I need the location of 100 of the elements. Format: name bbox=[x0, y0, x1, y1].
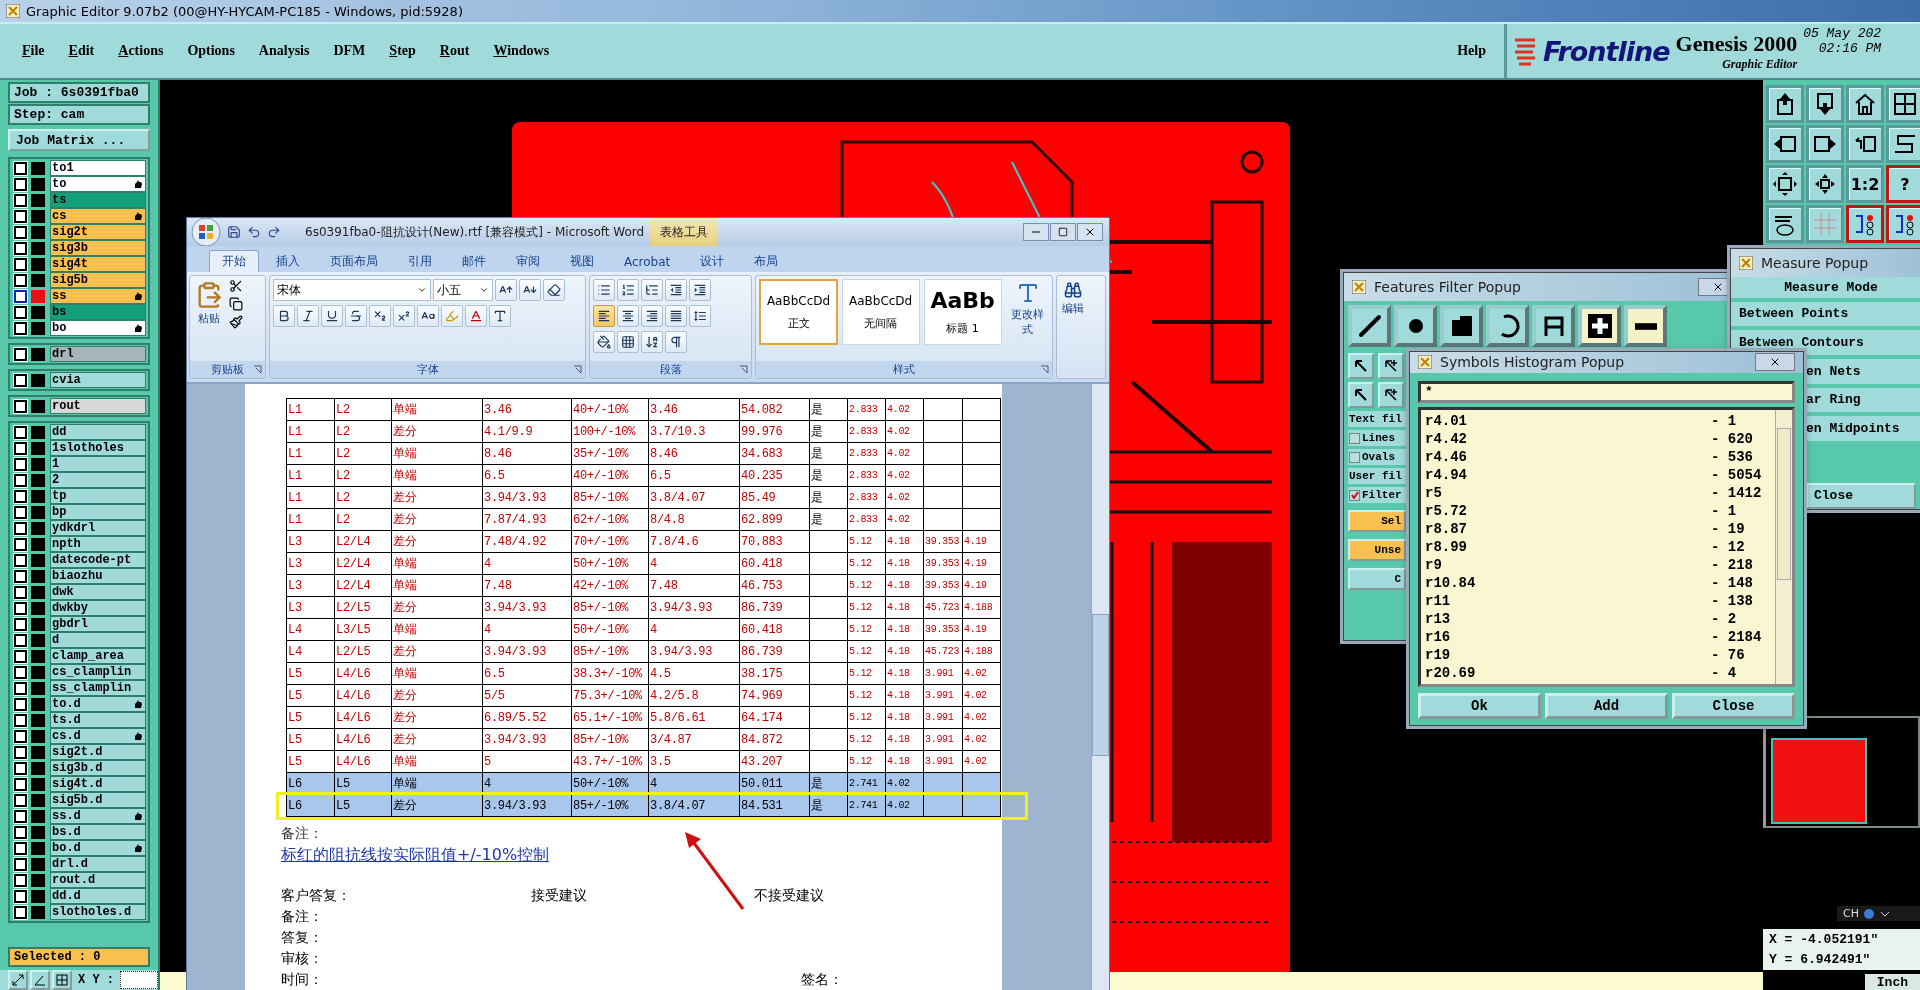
shading-button[interactable] bbox=[592, 331, 615, 353]
layer-item[interactable]: sig3b bbox=[50, 240, 146, 256]
layer-checkbox[interactable] bbox=[14, 681, 27, 695]
menu-item[interactable]: Actions bbox=[118, 43, 164, 59]
layer-item[interactable]: ss bbox=[50, 288, 146, 304]
feature-type-button[interactable] bbox=[1624, 305, 1667, 347]
layer-checkbox[interactable] bbox=[14, 713, 27, 727]
layer-item[interactable]: 1 bbox=[50, 456, 146, 472]
filter-button[interactable]: C bbox=[1348, 568, 1406, 590]
style-option[interactable]: AaBbCcDd 无间隔 bbox=[841, 279, 920, 345]
superscript-button[interactable] bbox=[393, 305, 416, 327]
layer-item[interactable]: sig5b.d bbox=[50, 792, 146, 808]
multilevel-button[interactable] bbox=[640, 279, 663, 301]
shading-button[interactable] bbox=[489, 305, 512, 327]
layer-item[interactable]: bo.d bbox=[50, 840, 146, 856]
ribbon-tab[interactable]: 布局 bbox=[741, 250, 792, 272]
menu-item[interactable]: File bbox=[22, 43, 45, 59]
sort-button[interactable] bbox=[640, 331, 663, 353]
feature-type-button[interactable] bbox=[1440, 305, 1483, 347]
layer-item[interactable]: cvia bbox=[50, 372, 146, 388]
borders-button[interactable] bbox=[616, 331, 639, 353]
align-center-button[interactable] bbox=[616, 305, 639, 327]
layer-item[interactable]: dd bbox=[50, 424, 146, 440]
layer-checkbox[interactable] bbox=[14, 601, 27, 615]
scroll-thumb[interactable] bbox=[1777, 428, 1791, 580]
scroll-thumb[interactable] bbox=[1092, 614, 1109, 756]
layer-item[interactable]: bp bbox=[50, 504, 146, 520]
layer-item[interactable]: drl.d bbox=[50, 856, 146, 872]
units-button[interactable]: Inch bbox=[1864, 974, 1920, 990]
ribbon-tab[interactable]: 插入 bbox=[263, 250, 313, 272]
numbering-button[interactable] bbox=[616, 279, 639, 301]
layer-item[interactable]: npth bbox=[50, 536, 146, 552]
ribbon-tab[interactable]: 引用 bbox=[395, 250, 445, 272]
view-tool-button[interactable]: ? bbox=[1886, 165, 1920, 203]
font-color-button[interactable] bbox=[465, 305, 488, 327]
view-tool[interactable] bbox=[1766, 125, 1804, 163]
increase-indent-button[interactable] bbox=[688, 279, 711, 301]
layer-checkbox[interactable] bbox=[14, 633, 27, 647]
layer-item[interactable]: bs bbox=[50, 304, 146, 320]
layer-checkbox[interactable] bbox=[14, 665, 27, 679]
dialog-button[interactable]: Ok bbox=[1418, 693, 1541, 719]
layer-checkbox[interactable] bbox=[14, 841, 27, 855]
decrease-indent-button[interactable] bbox=[664, 279, 687, 301]
layer-item[interactable]: rout.d bbox=[50, 872, 146, 888]
help-menu[interactable]: Help bbox=[1457, 43, 1486, 59]
menu-item[interactable]: Options bbox=[187, 43, 235, 59]
ribbon-tab[interactable]: 页面布局 bbox=[317, 250, 391, 272]
menu-item[interactable]: Windows bbox=[493, 43, 550, 59]
italic-button[interactable] bbox=[297, 305, 320, 327]
change-styles-button[interactable]: 更改样式 bbox=[1005, 279, 1050, 358]
clear-format-button[interactable] bbox=[543, 279, 566, 301]
layer-item[interactable]: ts.d bbox=[50, 712, 146, 728]
editing-button[interactable]: 编辑 bbox=[1060, 279, 1087, 375]
layer-item[interactable]: drl bbox=[50, 346, 146, 362]
layer-checkbox[interactable] bbox=[14, 617, 27, 631]
layer-checkbox[interactable] bbox=[14, 457, 27, 471]
grow-font-button[interactable] bbox=[495, 279, 518, 301]
save-icon[interactable] bbox=[227, 225, 241, 239]
ribbon-tab[interactable]: 审阅 bbox=[503, 250, 553, 272]
layer-checkbox[interactable] bbox=[14, 193, 27, 207]
ribbon-tab[interactable]: Acrobat bbox=[611, 250, 684, 272]
layer-item[interactable]: cs.d bbox=[50, 728, 146, 744]
strikethrough-button[interactable] bbox=[345, 305, 368, 327]
minimize-button[interactable] bbox=[1023, 223, 1049, 241]
scissors-icon[interactable] bbox=[229, 279, 243, 293]
launcher-icon[interactable] bbox=[253, 365, 263, 374]
paintbrush-icon[interactable] bbox=[229, 315, 243, 329]
layer-checkbox[interactable] bbox=[14, 809, 27, 823]
layer-checkbox[interactable] bbox=[14, 825, 27, 839]
view-tool[interactable] bbox=[1766, 205, 1804, 243]
layer-item[interactable]: cs_clamplin bbox=[50, 664, 146, 680]
layer-checkbox[interactable] bbox=[14, 289, 27, 303]
copy-icon[interactable] bbox=[229, 297, 243, 311]
layer-item[interactable]: to.d bbox=[50, 696, 146, 712]
change-case-button[interactable] bbox=[417, 305, 440, 327]
layer-item[interactable]: bs.d bbox=[50, 824, 146, 840]
style-option[interactable]: AaBb 标题 1 bbox=[923, 279, 1002, 345]
menu-item[interactable]: Analysis bbox=[258, 43, 310, 59]
layer-checkbox[interactable] bbox=[14, 373, 27, 387]
layer-checkbox[interactable] bbox=[14, 585, 27, 599]
layer-checkbox[interactable] bbox=[14, 273, 27, 287]
feature-type-button[interactable] bbox=[1578, 305, 1621, 347]
redo-icon[interactable] bbox=[267, 225, 281, 239]
filter-button[interactable]: Sel bbox=[1348, 510, 1406, 532]
view-tool[interactable] bbox=[1846, 205, 1884, 243]
launcher-icon[interactable] bbox=[572, 365, 582, 374]
align-right-button[interactable] bbox=[640, 305, 663, 327]
ribbon-tab[interactable]: 视图 bbox=[557, 250, 607, 272]
resize-tool[interactable] bbox=[8, 970, 28, 990]
layer-checkbox[interactable] bbox=[14, 425, 27, 439]
layer-item[interactable]: slotholes.d bbox=[50, 904, 146, 920]
xy-field[interactable] bbox=[120, 971, 158, 989]
view-tool[interactable] bbox=[1846, 85, 1884, 123]
layer-checkbox[interactable] bbox=[14, 537, 27, 551]
style-option[interactable]: AaBbCcDd 正文 bbox=[759, 279, 838, 345]
dialog-button[interactable]: Add bbox=[1545, 693, 1668, 719]
layer-checkbox[interactable] bbox=[14, 177, 27, 191]
job-matrix-button[interactable]: Job Matrix ... bbox=[8, 129, 150, 151]
select-tool[interactable] bbox=[1348, 353, 1374, 379]
layer-checkbox[interactable] bbox=[14, 505, 27, 519]
